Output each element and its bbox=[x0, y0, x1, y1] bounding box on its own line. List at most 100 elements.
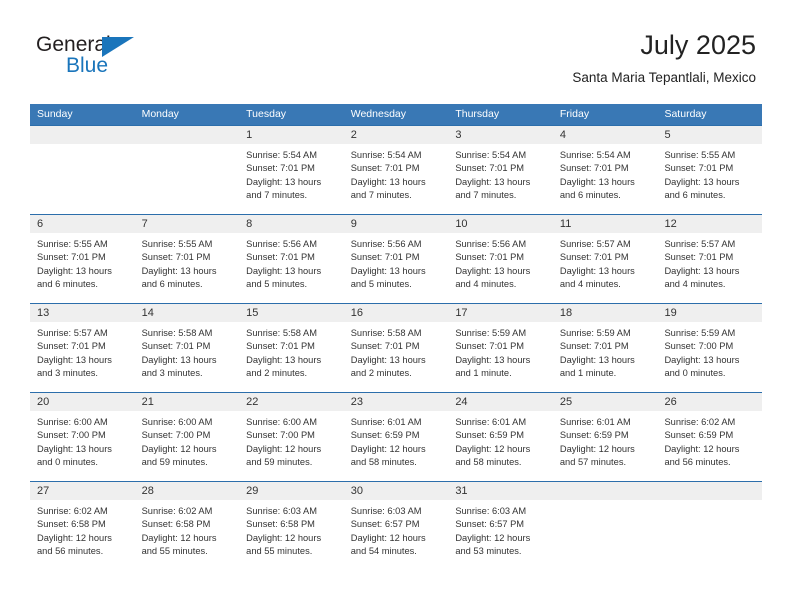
sunrise-text: Sunrise: 5:54 AM bbox=[350, 150, 422, 160]
daylight-text-line2: and 7 minutes. bbox=[455, 190, 517, 201]
day-cell[interactable]: 3 Sunrise: 5:54 AM Sunset: 7:01 PM Dayli… bbox=[448, 126, 553, 214]
day-cell[interactable]: 16 Sunrise: 5:58 AM Sunset: 7:01 PM Dayl… bbox=[343, 304, 449, 392]
daylight-text-line1: Daylight: 13 hours bbox=[559, 176, 635, 187]
day-cell[interactable] bbox=[30, 126, 135, 214]
day-cell[interactable]: 28 Sunrise: 6:02 AM Sunset: 6:58 PM Dayl… bbox=[134, 482, 240, 570]
day-cell[interactable]: 22 Sunrise: 6:00 AM Sunset: 7:00 PM Dayl… bbox=[239, 393, 344, 481]
day-details bbox=[30, 144, 135, 149]
calendar-page: General Blue July 2025 Santa Maria Tepan… bbox=[0, 0, 792, 612]
day-cell[interactable] bbox=[552, 482, 658, 570]
daylight-text-line2: and 7 minutes. bbox=[246, 190, 308, 201]
sunrise-text: Sunrise: 5:55 AM bbox=[37, 239, 108, 249]
daylight-text-line2: and 6 minutes. bbox=[559, 190, 621, 201]
day-cell[interactable]: 9 Sunrise: 5:56 AM Sunset: 7:01 PM Dayli… bbox=[343, 215, 449, 303]
daylight-text-line1: Daylight: 13 hours bbox=[664, 265, 740, 276]
day-number: 6 bbox=[30, 215, 135, 233]
day-details: Sunrise: 6:03 AM Sunset: 6:57 PM Dayligh… bbox=[448, 500, 553, 559]
sunrise-text: Sunrise: 5:57 AM bbox=[37, 328, 108, 338]
sunrise-text: Sunrise: 5:58 AM bbox=[246, 328, 317, 338]
day-number bbox=[552, 482, 658, 500]
sunset-text: Sunset: 6:59 PM bbox=[559, 430, 629, 441]
day-cell[interactable]: 11 Sunrise: 5:57 AM Sunset: 7:01 PM Dayl… bbox=[552, 215, 658, 303]
day-cell[interactable]: 10 Sunrise: 5:56 AM Sunset: 7:01 PM Dayl… bbox=[448, 215, 553, 303]
daylight-text-line2: and 1 minute. bbox=[455, 368, 512, 379]
sunset-text: Sunset: 6:57 PM bbox=[455, 519, 525, 530]
sunset-text: Sunset: 7:01 PM bbox=[350, 341, 420, 352]
daylight-text-line2: and 6 minutes. bbox=[141, 279, 203, 290]
sunset-text: Sunset: 7:00 PM bbox=[246, 430, 315, 441]
daylight-text-line1: Daylight: 13 hours bbox=[350, 176, 426, 187]
title-block: July 2025 Santa Maria Tepantlali, Mexico bbox=[572, 28, 756, 88]
day-number: 15 bbox=[239, 304, 344, 322]
day-cell[interactable]: 7 Sunrise: 5:55 AM Sunset: 7:01 PM Dayli… bbox=[134, 215, 240, 303]
sunrise-text: Sunrise: 6:00 AM bbox=[246, 417, 317, 427]
day-cell[interactable]: 4 Sunrise: 5:54 AM Sunset: 7:01 PM Dayli… bbox=[552, 126, 658, 214]
sunset-text: Sunset: 7:00 PM bbox=[141, 430, 211, 441]
sunrise-text: Sunrise: 6:03 AM bbox=[350, 506, 422, 516]
sunrise-text: Sunrise: 5:57 AM bbox=[559, 239, 631, 249]
day-cell[interactable] bbox=[657, 482, 763, 570]
day-details: Sunrise: 6:02 AM Sunset: 6:58 PM Dayligh… bbox=[30, 500, 135, 559]
day-cell[interactable]: 8 Sunrise: 5:56 AM Sunset: 7:01 PM Dayli… bbox=[239, 215, 344, 303]
day-number: 25 bbox=[552, 393, 658, 411]
day-details: Sunrise: 5:54 AM Sunset: 7:01 PM Dayligh… bbox=[553, 144, 658, 203]
daylight-text-line1: Daylight: 13 hours bbox=[246, 176, 322, 187]
day-cell[interactable]: 21 Sunrise: 6:00 AM Sunset: 7:00 PM Dayl… bbox=[134, 393, 240, 481]
sunset-text: Sunset: 7:01 PM bbox=[559, 163, 629, 174]
daylight-text-line1: Daylight: 12 hours bbox=[559, 443, 635, 454]
day-cell[interactable]: 12 Sunrise: 5:57 AM Sunset: 7:01 PM Dayl… bbox=[657, 215, 763, 303]
day-cell[interactable]: 5 Sunrise: 5:55 AM Sunset: 7:01 PM Dayli… bbox=[657, 126, 763, 214]
day-number: 16 bbox=[343, 304, 449, 322]
day-cell[interactable]: 26 Sunrise: 6:02 AM Sunset: 6:59 PM Dayl… bbox=[657, 393, 763, 481]
daylight-text-line1: Daylight: 13 hours bbox=[350, 354, 426, 365]
day-details: Sunrise: 5:55 AM Sunset: 7:01 PM Dayligh… bbox=[135, 233, 240, 292]
daylight-text-line2: and 54 minutes. bbox=[350, 546, 417, 557]
day-cell[interactable]: 2 Sunrise: 5:54 AM Sunset: 7:01 PM Dayli… bbox=[343, 126, 449, 214]
daylight-text-line2: and 56 minutes. bbox=[37, 546, 104, 557]
day-number: 20 bbox=[30, 393, 135, 411]
day-details: Sunrise: 5:57 AM Sunset: 7:01 PM Dayligh… bbox=[30, 322, 135, 381]
day-cell[interactable]: 1 Sunrise: 5:54 AM Sunset: 7:01 PM Dayli… bbox=[239, 126, 344, 214]
day-cell[interactable]: 18 Sunrise: 5:59 AM Sunset: 7:01 PM Dayl… bbox=[552, 304, 658, 392]
daylight-text-line1: Daylight: 13 hours bbox=[141, 354, 217, 365]
day-number bbox=[657, 482, 763, 500]
sunrise-text: Sunrise: 6:00 AM bbox=[141, 417, 213, 427]
day-cell[interactable]: 14 Sunrise: 5:58 AM Sunset: 7:01 PM Dayl… bbox=[134, 304, 240, 392]
daylight-text-line1: Daylight: 13 hours bbox=[141, 265, 217, 276]
day-number: 1 bbox=[239, 126, 344, 144]
weekday-header-monday: Monday bbox=[141, 108, 179, 120]
daylight-text-line2: and 56 minutes. bbox=[664, 457, 731, 468]
daylight-text-line2: and 59 minutes. bbox=[246, 457, 313, 468]
daylight-text-line2: and 55 minutes. bbox=[246, 546, 313, 557]
day-cell[interactable]: 17 Sunrise: 5:59 AM Sunset: 7:01 PM Dayl… bbox=[448, 304, 553, 392]
daylight-text-line1: Daylight: 12 hours bbox=[141, 532, 217, 543]
daylight-text-line2: and 6 minutes. bbox=[37, 279, 98, 290]
day-cell[interactable]: 25 Sunrise: 6:01 AM Sunset: 6:59 PM Dayl… bbox=[552, 393, 658, 481]
day-number: 7 bbox=[134, 215, 240, 233]
day-cell[interactable]: 23 Sunrise: 6:01 AM Sunset: 6:59 PM Dayl… bbox=[343, 393, 449, 481]
day-cell[interactable]: 20 Sunrise: 6:00 AM Sunset: 7:00 PM Dayl… bbox=[30, 393, 135, 481]
calendar-week-row: 27 Sunrise: 6:02 AM Sunset: 6:58 PM Dayl… bbox=[30, 481, 763, 570]
sunrise-text: Sunrise: 6:01 AM bbox=[455, 417, 527, 427]
day-details: Sunrise: 6:01 AM Sunset: 6:59 PM Dayligh… bbox=[344, 411, 449, 470]
weekday-header-thursday: Thursday bbox=[455, 108, 500, 120]
day-cell[interactable]: 31 Sunrise: 6:03 AM Sunset: 6:57 PM Dayl… bbox=[448, 482, 553, 570]
day-cell[interactable]: 24 Sunrise: 6:01 AM Sunset: 6:59 PM Dayl… bbox=[448, 393, 553, 481]
day-number: 19 bbox=[657, 304, 763, 322]
day-cell[interactable]: 30 Sunrise: 6:03 AM Sunset: 6:57 PM Dayl… bbox=[343, 482, 449, 570]
daylight-text-line2: and 3 minutes. bbox=[37, 368, 98, 379]
day-cell[interactable]: 27 Sunrise: 6:02 AM Sunset: 6:58 PM Dayl… bbox=[30, 482, 135, 570]
day-cell[interactable] bbox=[134, 126, 240, 214]
daylight-text-line1: Daylight: 12 hours bbox=[455, 532, 531, 543]
day-cell[interactable]: 13 Sunrise: 5:57 AM Sunset: 7:01 PM Dayl… bbox=[30, 304, 135, 392]
day-cell[interactable]: 29 Sunrise: 6:03 AM Sunset: 6:58 PM Dayl… bbox=[239, 482, 344, 570]
day-details bbox=[553, 500, 658, 505]
day-details: Sunrise: 6:00 AM Sunset: 7:00 PM Dayligh… bbox=[135, 411, 240, 470]
sunset-text: Sunset: 7:01 PM bbox=[37, 252, 106, 263]
day-cell[interactable]: 6 Sunrise: 5:55 AM Sunset: 7:01 PM Dayli… bbox=[30, 215, 135, 303]
sunrise-text: Sunrise: 6:03 AM bbox=[246, 506, 317, 516]
logo-text-general: General bbox=[36, 33, 111, 56]
day-cell[interactable]: 15 Sunrise: 5:58 AM Sunset: 7:01 PM Dayl… bbox=[239, 304, 344, 392]
day-cell[interactable]: 19 Sunrise: 5:59 AM Sunset: 7:00 PM Dayl… bbox=[657, 304, 763, 392]
daylight-text-line2: and 58 minutes. bbox=[455, 457, 522, 468]
